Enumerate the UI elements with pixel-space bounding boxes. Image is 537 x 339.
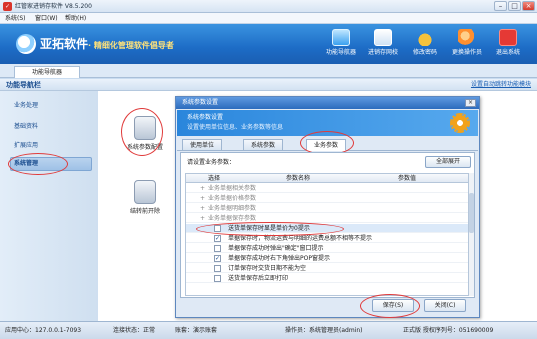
status-app-center: 应用中心：127.0.0.1-7093 — [5, 327, 82, 334]
param-group-row[interactable]: + 业务单据保存参数 — [186, 214, 468, 224]
tab-strip — [0, 64, 537, 78]
dialog-title: 系统参数设置 — [176, 97, 479, 109]
param-checkbox[interactable] — [214, 265, 221, 272]
annotation-circle — [8, 153, 68, 175]
carryover-clear-tool[interactable]: 结转前开除 — [123, 180, 167, 216]
scroll-thumb[interactable] — [469, 193, 474, 233]
dialog-close-button[interactable]: × — [465, 99, 476, 107]
minimize-button[interactable]: – — [494, 1, 507, 11]
annotation-circle — [196, 222, 344, 236]
menu-help[interactable]: 帮助(H) — [65, 14, 86, 23]
param-group-row[interactable]: + 业务单据价格参数 — [186, 194, 468, 204]
status-edition: 正式版 授权序列号：051690009 — [403, 327, 494, 334]
col-select: 选择 — [208, 175, 221, 182]
expand-all-button[interactable]: 全部展开 — [425, 156, 471, 168]
params-prompt: 请设置业务参数： — [187, 159, 236, 166]
col-param-value: 参数值 — [398, 175, 417, 182]
user-swap-icon — [458, 29, 476, 46]
monitor-icon — [332, 29, 350, 46]
expand-icon[interactable]: + — [200, 214, 205, 223]
param-label: 单据保存成功时弹出"确定"窗口提示 — [228, 245, 324, 252]
param-row[interactable]: 单据保存成功时弹出"确定"窗口提示 — [186, 244, 468, 254]
switch-operator-button[interactable]: 更换操作员 — [448, 29, 486, 57]
window-titlebar: ✓ 红管家进销存软件 V8.5.200 – □ × — [0, 0, 537, 13]
brand-name: 亚拓软件· 精细化管理软件倡导者 — [40, 37, 174, 51]
param-row[interactable]: 订单保存时交货日期不能为空 — [186, 264, 468, 274]
tab-system-params[interactable]: 系统参数 — [243, 139, 283, 151]
param-checkbox[interactable] — [214, 245, 221, 252]
group-label: 业务单据明细参数 — [208, 205, 257, 212]
status-bar: 应用中心：127.0.0.1-7093 连接状态：正常 账套：演示账套 操作员：… — [0, 321, 537, 339]
expand-icon[interactable]: + — [200, 184, 205, 193]
param-row[interactable]: 送货单保存后立即打印 — [186, 274, 468, 284]
menu-bar: 系统(S) 窗口(W) 帮助(H) — [0, 13, 537, 24]
group-label: 业务单据价格参数 — [208, 195, 257, 202]
param-checkbox[interactable] — [214, 275, 221, 282]
nav-title: 功能导航栏 — [6, 81, 41, 89]
exit-system-button[interactable]: 退出系统 — [489, 29, 527, 57]
change-password-button[interactable]: 修改密码 — [406, 29, 444, 57]
close-window-button[interactable]: × — [522, 1, 535, 11]
sidebar-item-basic-data[interactable]: 基础资料 — [14, 122, 84, 132]
tab-function-navigator[interactable]: 功能导航器 — [14, 66, 80, 78]
system-params-dialog: 系统参数设置 × 系统参数设置 设置使用单位信息、业务参数等信息 使用单位 系统… — [175, 96, 480, 318]
col-param-name: 参数名称 — [286, 175, 311, 182]
grid-header: 选择 参数名称 参数值 — [186, 174, 468, 183]
tab-company[interactable]: 使用单位 — [182, 139, 222, 151]
power-icon — [499, 29, 517, 46]
sidebar-item-business[interactable]: 业务处理 — [14, 101, 84, 111]
expand-icon[interactable]: + — [200, 204, 205, 213]
db-clear-icon — [134, 180, 156, 204]
param-checkbox[interactable] — [214, 234, 221, 243]
param-group-row[interactable]: + 业务单据相关参数 — [186, 184, 468, 194]
app-icon: ✓ — [3, 2, 12, 11]
auto-jump-link[interactable]: 设置自动跳转功能模块 — [471, 80, 531, 90]
dialog-header-desc: 设置使用单位信息、业务参数等信息 — [187, 124, 284, 131]
gear-icon — [450, 113, 470, 133]
expand-icon[interactable]: + — [200, 194, 205, 203]
param-row[interactable]: 单据保存成功时右下角弹出POP窗提示 — [186, 254, 468, 264]
brand-slogan: · 精细化管理软件倡导者 — [88, 41, 174, 50]
param-label: 送货单保存后立即打印 — [228, 275, 289, 282]
maximize-button[interactable]: □ — [508, 1, 521, 11]
lock-icon — [416, 29, 434, 46]
menu-window[interactable]: 窗口(W) — [35, 14, 58, 23]
param-label: 单据保存成功时右下角弹出POP窗提示 — [228, 255, 330, 262]
window-title: 红管家进销存软件 V8.5.200 — [15, 3, 92, 10]
annotation-circle — [121, 108, 163, 156]
status-connection: 连接状态：正常 — [113, 327, 156, 334]
param-row[interactable]: 单据保存时，物流运费与明细的运费总额不相等不提示 — [186, 234, 468, 244]
header-banner: 亚拓软件· 精细化管理软件倡导者 功能导航器 进销存网校 修改密码 更换操作员 … — [0, 24, 537, 64]
status-operator: 操作员：系统管理员(admin) — [285, 327, 363, 334]
close-dialog-button[interactable]: 关闭(C) — [424, 299, 466, 312]
param-group-row[interactable]: + 业务单据明细参数 — [186, 204, 468, 214]
group-label: 业务单据相关参数 — [208, 185, 257, 192]
school-button[interactable]: 进销存网校 — [364, 29, 402, 57]
book-icon — [374, 29, 392, 46]
param-label: 订单保存时交货日期不能为空 — [228, 265, 307, 272]
nav-header: 功能导航栏 设置自动跳转功能模块 — [0, 79, 537, 91]
brand-logo-icon — [16, 34, 36, 54]
menu-system[interactable]: 系统(S) — [5, 14, 26, 23]
sidebar-item-extensions[interactable]: 扩展应用 — [14, 141, 84, 151]
nav-tool-button[interactable]: 功能导航器 — [322, 29, 360, 57]
annotation-circle — [360, 294, 420, 318]
status-account: 账套：演示账套 — [175, 327, 218, 334]
dialog-header-title: 系统参数设置 — [187, 114, 224, 121]
param-checkbox[interactable] — [214, 254, 221, 263]
grid-scrollbar[interactable] — [469, 173, 474, 296]
